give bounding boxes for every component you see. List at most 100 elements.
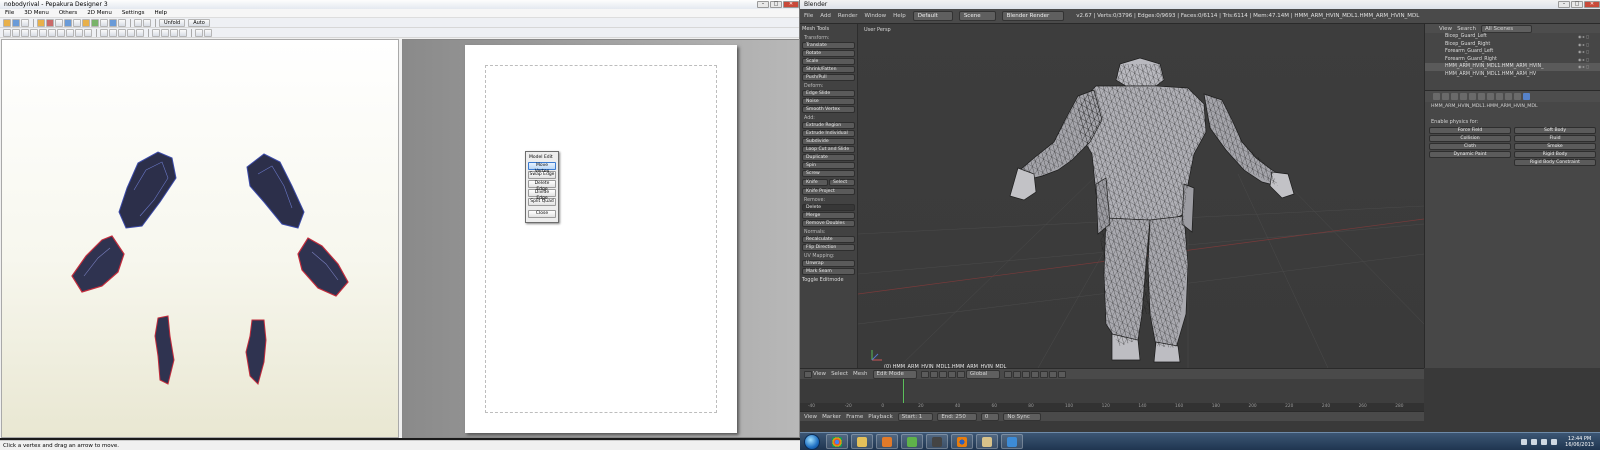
image-icon[interactable] — [109, 28, 117, 37]
mark-seam-button[interactable]: Mark Seam — [802, 268, 855, 275]
align-right-icon[interactable] — [170, 28, 178, 37]
color-icon[interactable] — [46, 18, 54, 27]
render-preview-icon[interactable] — [1058, 370, 1067, 378]
undo-icon[interactable] — [3, 28, 11, 37]
orientation-dropdown[interactable]: Global — [965, 369, 1001, 379]
translate-button[interactable]: Translate — [802, 42, 855, 49]
close-icon[interactable]: ✕ — [1584, 1, 1600, 8]
menu-frame[interactable]: Frame — [846, 414, 863, 420]
menu-file[interactable]: File — [0, 10, 19, 16]
flip-direction-button[interactable]: Flip Direction — [802, 244, 855, 251]
rotate-button[interactable]: Rotate — [802, 50, 855, 57]
copy-icon[interactable] — [30, 28, 38, 37]
minimize-icon[interactable]: – — [757, 1, 769, 8]
taskbar-blender[interactable] — [951, 434, 973, 449]
dynamic-paint-button[interactable]: Dynamic Paint — [1429, 151, 1511, 158]
select-icon[interactable] — [64, 18, 72, 27]
view-icon[interactable] — [134, 18, 142, 27]
scene-dropdown[interactable]: Scene — [958, 11, 996, 21]
toggle-editmode-header[interactable]: Toggle Editmode — [802, 276, 855, 284]
remove-doubles-button[interactable]: Remove Doubles — [802, 220, 855, 227]
smooth-vertex-button[interactable]: Smooth Vertex — [802, 106, 855, 113]
menu-select[interactable]: Select — [831, 371, 848, 377]
layout-dropdown[interactable]: Default — [912, 11, 953, 21]
align-center-icon[interactable] — [161, 28, 169, 37]
texture-tab-icon[interactable] — [1505, 93, 1512, 100]
join-icon[interactable] — [118, 18, 126, 27]
taskbar-media[interactable] — [876, 434, 898, 449]
rotate-icon[interactable] — [73, 18, 81, 27]
redo-icon[interactable] — [12, 28, 20, 37]
physics-tab-icon[interactable] — [1523, 93, 1530, 100]
sync-dropdown[interactable]: No Sync — [1003, 412, 1041, 421]
soft-body-button[interactable]: Soft Body — [1514, 127, 1596, 134]
mode-dropdown[interactable]: Edit Mode — [872, 369, 917, 379]
outliner-item[interactable]: Bicep_Guard_Right ◉ ▸ ◻ — [1425, 41, 1600, 49]
paste-icon[interactable] — [39, 28, 47, 37]
cut-icon[interactable] — [21, 28, 29, 37]
modifiers-tab-icon[interactable] — [1478, 93, 1485, 100]
maximize-icon[interactable]: □ — [770, 1, 782, 8]
layout-icon[interactable] — [143, 18, 151, 27]
timeline-editor[interactable]: -40 -20 0 20 40 60 80 100 120 140 160 180 200 220 240 2… — [800, 379, 1424, 411]
extrude-individual-button[interactable]: Extrude Individual — [802, 130, 855, 137]
rotate-manipulator-icon[interactable] — [956, 370, 965, 378]
menu-render[interactable]: Render — [838, 13, 858, 19]
visibility-icon[interactable]: ◉ ▸ ◻ — [1578, 63, 1600, 71]
particles-tab-icon[interactable] — [1514, 93, 1521, 100]
taskbar-chrome[interactable] — [826, 434, 848, 449]
paint-icon[interactable] — [82, 18, 90, 27]
collision-button[interactable]: Collision — [1429, 135, 1511, 142]
scene-tab-icon[interactable] — [1442, 93, 1449, 100]
render-engine-dropdown[interactable]: Blender Render — [1001, 11, 1065, 21]
outliner-item-selected[interactable]: HMM_ARM_HVIN_MDL1.HMM_ARM_HVIN_ ◉ ▸ ◻ — [1425, 63, 1600, 71]
viewport-scene[interactable] — [857, 24, 1425, 369]
render-tab-icon[interactable] — [1433, 93, 1440, 100]
pepakura-2d-view[interactable]: Model Edit Move Vertex Swap Edge Delete … — [402, 39, 800, 438]
menu-view[interactable]: View — [804, 414, 817, 420]
texture-icon[interactable] — [37, 18, 45, 27]
start-frame-field[interactable]: Start: 1 — [897, 412, 934, 421]
outliner-item[interactable]: Forearm_Guard_Right ◉ ▸ ◻ — [1425, 56, 1600, 64]
show-hidden-icon[interactable] — [1521, 438, 1528, 445]
maximize-icon[interactable]: □ — [1571, 1, 1583, 8]
knife-project-button[interactable]: Knife Project — [802, 188, 855, 195]
visibility-icon[interactable]: ◉ ▸ ◻ — [1578, 56, 1600, 64]
menu-file[interactable]: File — [804, 13, 813, 19]
distribute-icon[interactable] — [179, 28, 187, 37]
minimize-icon[interactable]: – — [1558, 1, 1570, 8]
grid-icon[interactable] — [84, 28, 92, 37]
zoom-in-icon[interactable] — [57, 28, 65, 37]
fluid-button[interactable]: Fluid — [1514, 135, 1596, 142]
shrink-fatten-button[interactable]: Shrink/Fatten — [802, 66, 855, 73]
object-tab-icon[interactable] — [1460, 93, 1467, 100]
menu-search[interactable]: Search — [1457, 26, 1476, 32]
knife-button[interactable]: Knife — [802, 179, 828, 186]
taskbar-network-app[interactable] — [1001, 434, 1023, 449]
vertex-select-icon[interactable] — [1004, 370, 1013, 378]
unfold-button[interactable]: Unfold — [159, 18, 186, 27]
material-tab-icon[interactable] — [1496, 93, 1503, 100]
outliner-item[interactable]: HMM_ARM_HVIN_MDL1.HMM_ARM_HV — [1425, 71, 1600, 79]
spin-button[interactable]: Spin — [802, 162, 855, 169]
current-frame-field[interactable]: 0 — [980, 412, 1000, 421]
move-vertex-button[interactable]: Move Vertex — [528, 162, 556, 174]
extrude-region-button[interactable]: Extrude Region — [802, 122, 855, 129]
move-icon[interactable] — [100, 18, 108, 27]
menu-settings[interactable]: Settings — [117, 10, 150, 16]
open-icon[interactable] — [3, 18, 11, 27]
edge-select-icon[interactable] — [1013, 370, 1022, 378]
measure-icon[interactable] — [136, 28, 144, 37]
visibility-icon[interactable]: ◉ ▸ ◻ — [1578, 48, 1600, 56]
flag-icon[interactable] — [1551, 438, 1558, 445]
taskbar-messenger[interactable] — [901, 434, 923, 449]
face-select-icon[interactable] — [1022, 370, 1031, 378]
model-parts[interactable] — [2, 40, 400, 439]
delete-edge-button[interactable]: Delete Edge — [528, 180, 556, 192]
network-icon[interactable] — [1531, 438, 1538, 445]
unwrap-button[interactable]: Unwrap — [802, 260, 855, 267]
line-icon[interactable] — [118, 28, 126, 37]
editor-type-icon[interactable] — [804, 370, 812, 378]
menu-view[interactable]: View — [813, 371, 826, 377]
flap-icon[interactable] — [91, 18, 99, 27]
